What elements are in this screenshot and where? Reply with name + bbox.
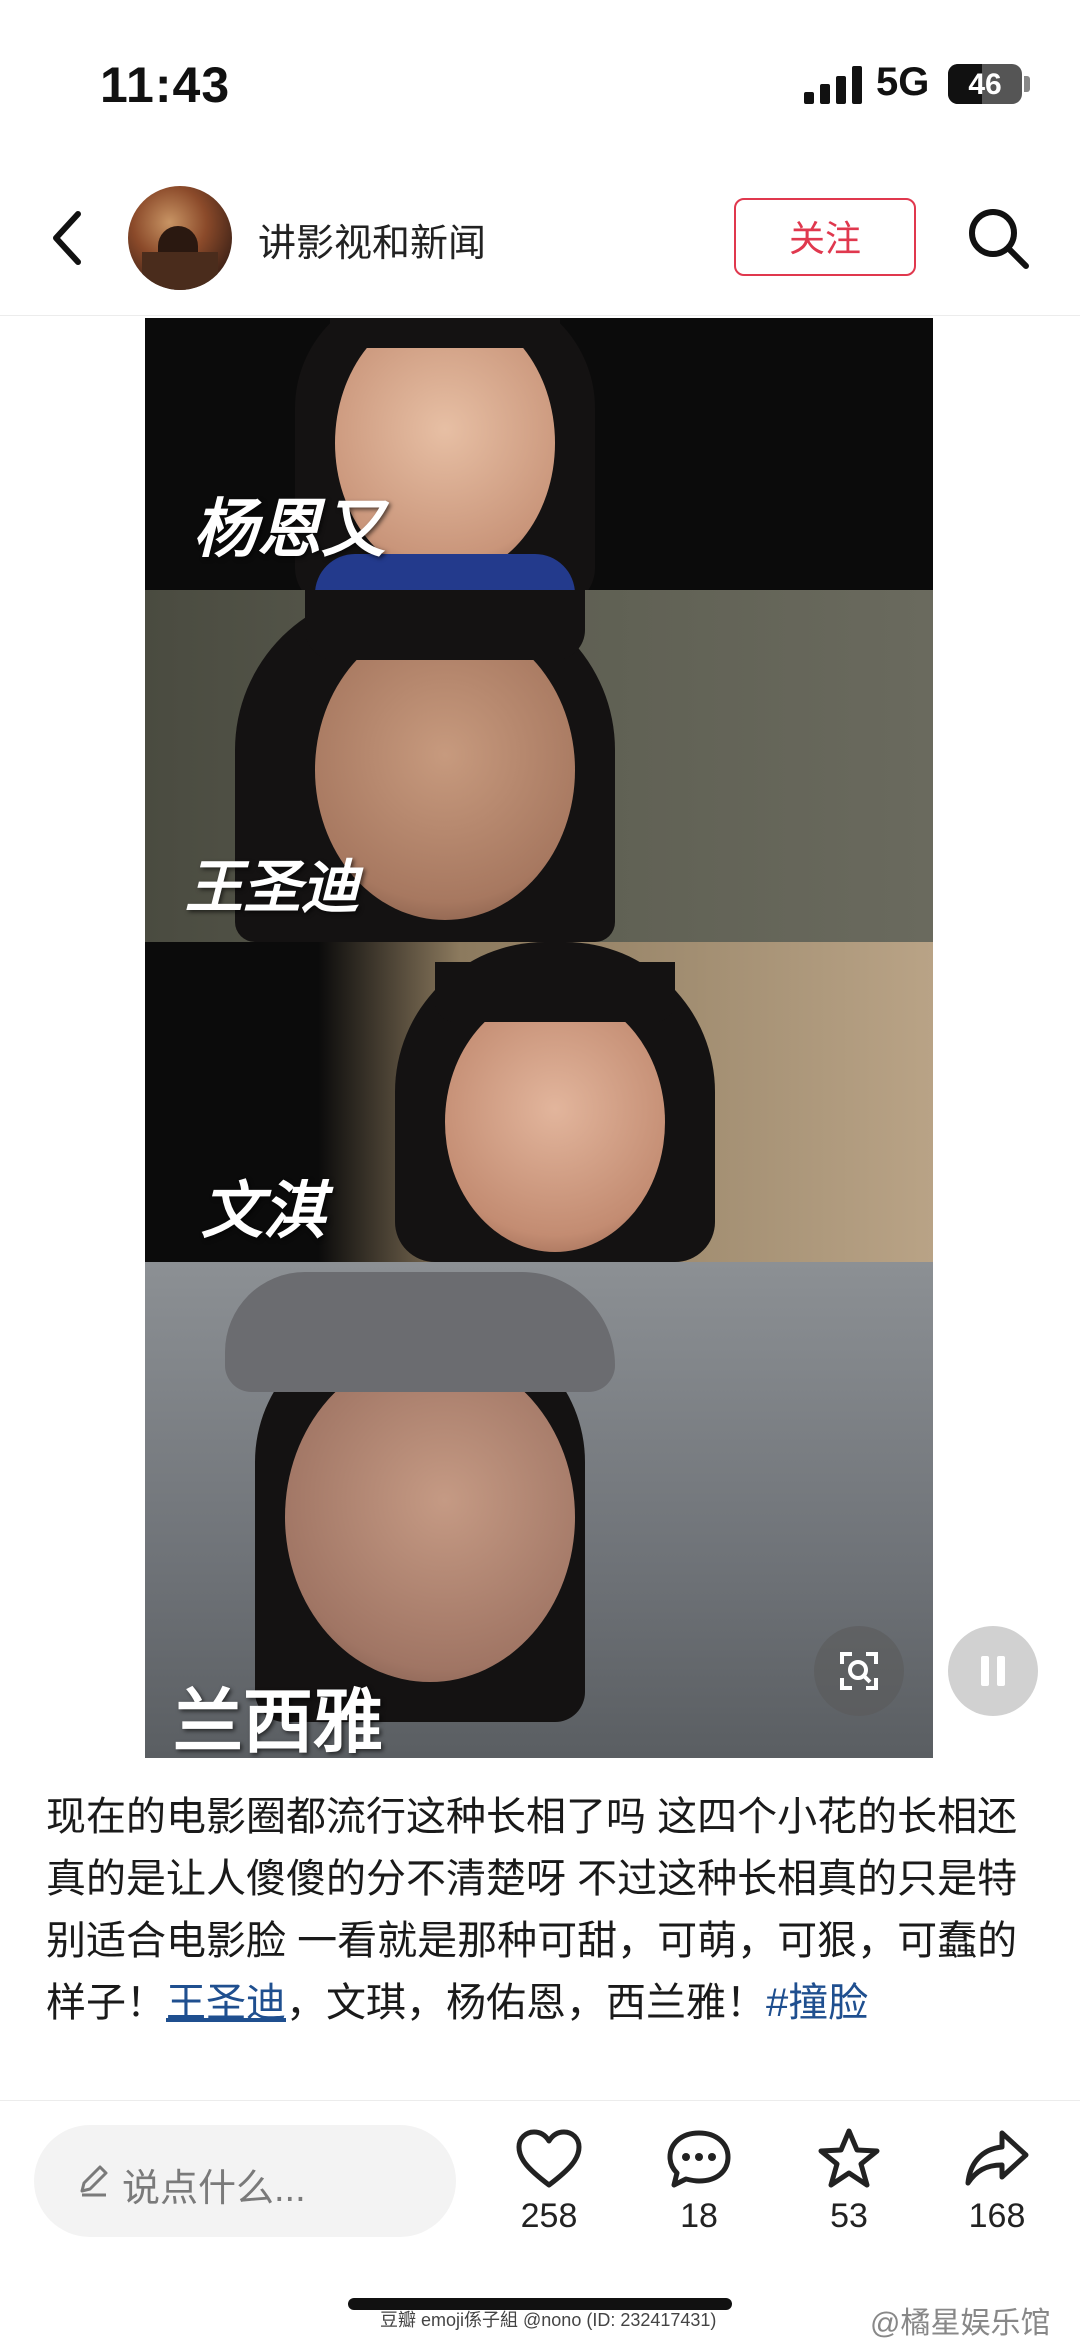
heart-icon [516, 2129, 582, 2188]
account-name[interactable]: 讲影视和新闻 [258, 212, 486, 267]
battery-level: 46 [968, 68, 1002, 101]
comment-count: 18 [680, 2197, 718, 2235]
status-bar: 11:43 5G 46 [0, 0, 1080, 160]
photo-panel-1: 杨恩又 [145, 318, 933, 590]
post-text-part2: ，文琪，杨佑恩，西兰雅！ [286, 1981, 766, 2025]
signal-icon [804, 66, 864, 104]
follow-button[interactable]: 关注 [734, 198, 916, 276]
network-type: 5G [876, 60, 930, 104]
comment-placeholder: 说点什么... [122, 2168, 306, 2210]
avatar[interactable] [128, 186, 232, 290]
back-button[interactable] [44, 208, 94, 268]
pause-button[interactable] [948, 1626, 1038, 1716]
photo-panel-3: 文淇 [145, 942, 933, 1262]
photo-panel-2: 王圣迪 [145, 590, 933, 942]
search-button[interactable] [964, 204, 1034, 274]
watermark-left: 豆瓣 emoji係子組 @nono (ID: 232417431) [380, 2310, 717, 2330]
back-icon [53, 211, 81, 265]
post-image[interactable]: 杨恩又 王圣迪 文淇 兰西雅 [145, 318, 933, 1758]
watermark-right: @橘星娱乐馆 [870, 2307, 1051, 2340]
like-button[interactable]: 258 [494, 2127, 604, 2236]
share-button[interactable]: 168 [942, 2127, 1052, 2236]
share-icon [965, 2130, 1029, 2186]
comment-input[interactable]: 说点什么... [34, 2125, 456, 2237]
photo-caption-2: 王圣迪 [185, 853, 360, 921]
photo-caption-3: 文淇 [201, 1174, 326, 1247]
favorite-count: 53 [830, 2197, 868, 2235]
scan-button[interactable] [814, 1626, 904, 1716]
star-icon [818, 2128, 880, 2188]
photo-caption-4: 兰西雅 [173, 1680, 383, 1758]
mention-link[interactable]: 王圣迪 [166, 1981, 286, 2025]
pencil-icon [80, 2165, 108, 2197]
share-count: 168 [968, 2197, 1026, 2235]
post-header: 讲影视和新闻 关注 [0, 160, 1080, 316]
chat-bubble-icon [667, 2130, 731, 2188]
hashtag-link[interactable]: #撞脸 [766, 1981, 868, 2025]
like-count: 258 [520, 2197, 578, 2235]
photo-caption-1: 杨恩又 [193, 492, 385, 567]
scan-icon [840, 1652, 878, 1690]
favorite-button[interactable]: 53 [794, 2127, 904, 2236]
status-time: 11:43 [100, 57, 231, 113]
battery-icon: 46 [948, 64, 1022, 104]
search-icon [969, 209, 1029, 269]
post-text: 现在的电影圈都流行这种长相了吗 这四个小花的长相还真的是让人傻傻的分不清楚呀 不… [46, 1786, 1036, 2034]
comment-button[interactable]: 18 [644, 2127, 754, 2236]
